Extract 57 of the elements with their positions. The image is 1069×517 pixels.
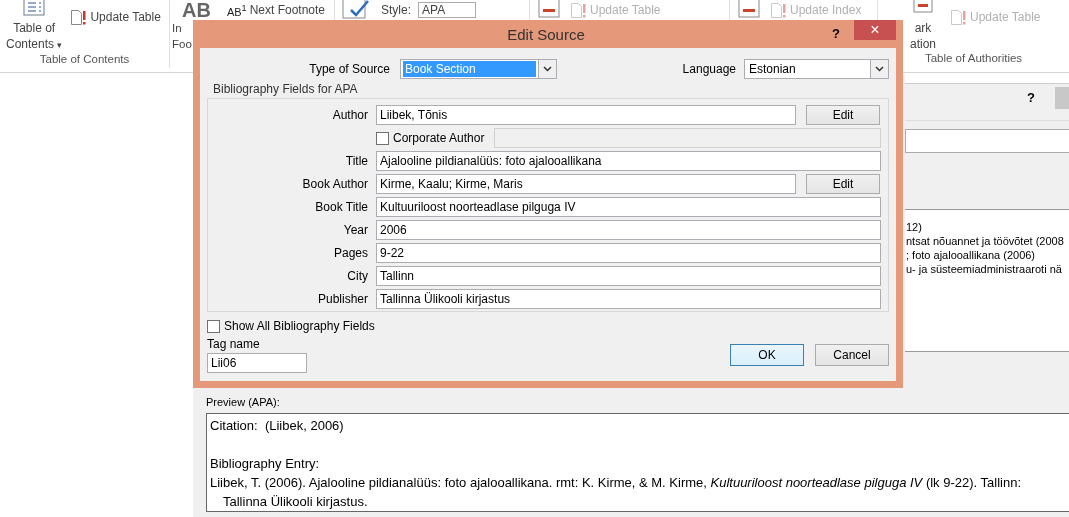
tag-name-label: Tag name bbox=[207, 337, 261, 351]
tag-name-field[interactable]: Lii06 bbox=[207, 353, 307, 373]
table-of-contents-button[interactable]: Table of Contents ▾ bbox=[4, 0, 65, 53]
edit-button[interactable]: Edit bbox=[806, 105, 880, 125]
checkbox-label: Show All Bibliography Fields bbox=[224, 319, 375, 333]
source-list-item[interactable]: ntsat nõuannet ja töövõtet (2008 bbox=[906, 233, 1069, 248]
style-dropdown[interactable]: APA bbox=[418, 2, 477, 18]
field-label: Publisher bbox=[316, 292, 368, 306]
dialog-button[interactable]: OK bbox=[730, 344, 804, 366]
field-label: Year bbox=[342, 223, 368, 237]
source-list-item[interactable]: ; foto ajalooallikana (2006) bbox=[906, 247, 1069, 262]
text-field[interactable]: 9-22 bbox=[376, 243, 881, 263]
checkbox[interactable] bbox=[207, 319, 220, 333]
style-label: Style: bbox=[381, 3, 411, 17]
language-label: Language bbox=[682, 62, 737, 76]
text-field[interactable]: 2006 bbox=[376, 220, 881, 240]
text-field[interactable]: Ajalooline pildianalüüs: foto ajalooallikana bbox=[376, 151, 881, 171]
help-button[interactable]: ? bbox=[1027, 90, 1035, 106]
field-label: Book Title bbox=[314, 200, 368, 214]
type-of-source-label: Type of Source bbox=[308, 62, 391, 76]
text-field[interactable]: Tallinn bbox=[376, 266, 881, 286]
dialog-title: Edit Source bbox=[506, 26, 586, 43]
preview-text: Citation: (Liibek, 2006) bbox=[210, 416, 345, 435]
page-warning-icon bbox=[570, 2, 587, 18]
page-warning-icon bbox=[70, 9, 88, 25]
preview-text: Bibliography Entry: bbox=[210, 454, 321, 473]
text-field[interactable]: Tallinna Ülikooli kirjastus bbox=[376, 289, 881, 309]
next-footnote-button[interactable]: AB$^{1}$ Next Footnote bbox=[226, 2, 326, 18]
page-warning-icon bbox=[770, 2, 787, 18]
group-title: Bibliography Fields for APA bbox=[212, 82, 359, 96]
text-field[interactable]: Kultuuriloost noorteadlase pilguga IV bbox=[376, 197, 881, 217]
insert-footnote-button[interactable]: In Foo bbox=[172, 20, 192, 52]
field-label: Author bbox=[331, 108, 368, 122]
help-button[interactable]: ? bbox=[832, 26, 840, 41]
group-label: Table of Contents bbox=[38, 53, 131, 67]
text-field[interactable]: Kirme, Kaalu; Kirme, Maris bbox=[376, 174, 796, 194]
close-button[interactable]: × bbox=[854, 20, 896, 40]
dialog-button[interactable]: Cancel bbox=[815, 344, 889, 366]
footnote-glyph: AB bbox=[182, 0, 211, 20]
page-warning-icon bbox=[950, 9, 967, 25]
edit-button[interactable]: Edit bbox=[806, 174, 880, 194]
search-field[interactable] bbox=[905, 128, 1069, 153]
source-list-item[interactable]: 12) bbox=[906, 219, 1069, 234]
field-label: Book Author bbox=[301, 177, 368, 191]
bibliography-entry: Liibek, T. (2006). Ajalooline pildianalüüs: foto ajalooallikana. rmt: K. Kirme, & M. Kirme, Kultuuriloost noorteadlase pilguga IV (lk 9-22). Tallinn: Tallinna Ülikooli kirjastus. bbox=[210, 473, 1022, 511]
preview-label: Preview (APA): bbox=[206, 396, 281, 409]
source-list-item[interactable]: u- ja süsteemiadministraaroti nä bbox=[906, 261, 1069, 276]
checkbox[interactable] bbox=[376, 131, 389, 145]
field-label: City bbox=[346, 269, 368, 283]
language-dropdown[interactable]: Estonian bbox=[744, 59, 889, 79]
update-button[interactable]: Update Table bbox=[70, 9, 161, 25]
field-label: Title bbox=[344, 154, 368, 168]
text-field[interactable]: Liibek, Tõnis bbox=[376, 105, 796, 125]
group-label: Table of Authorities bbox=[923, 52, 1024, 66]
checkbox-label: Corporate Author bbox=[393, 131, 485, 145]
field-label: Pages bbox=[332, 246, 368, 260]
mark-citation-button[interactable]: ark ation bbox=[902, 0, 944, 52]
